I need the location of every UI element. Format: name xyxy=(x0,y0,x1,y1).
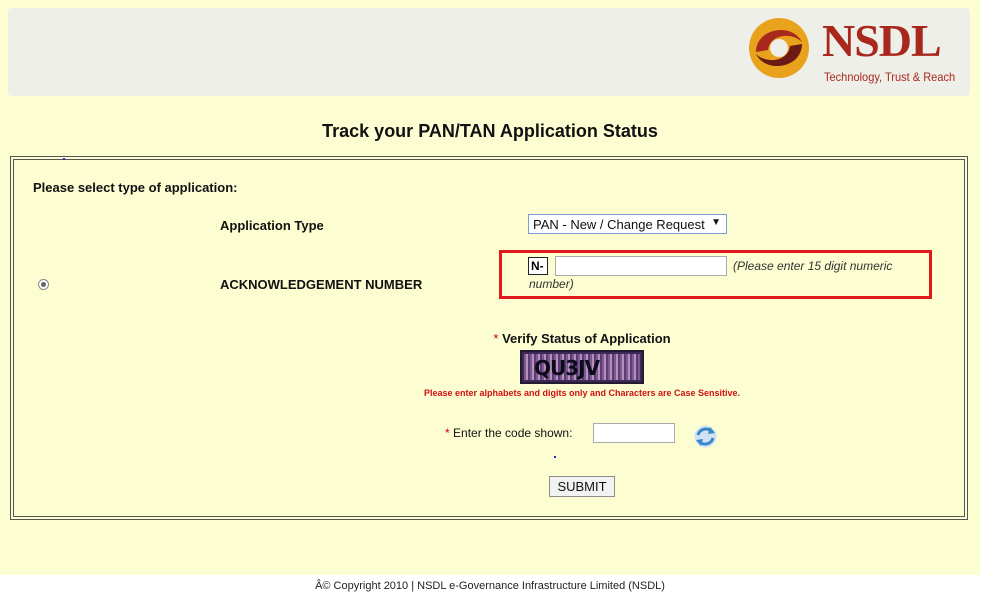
page-title: Track your PAN/TAN Application Status xyxy=(322,121,658,141)
required-star: * xyxy=(493,331,499,346)
application-type-label: Application Type xyxy=(220,218,324,233)
nsdl-swirl-logo-icon xyxy=(749,18,809,78)
captcha-image: QU3JV xyxy=(520,350,644,384)
code-label: * Enter the code shown: xyxy=(445,426,572,440)
chevron-down-icon: ▼ xyxy=(711,217,721,228)
logo-tagline: Technology, Trust & Reach xyxy=(824,70,956,84)
captcha-code-input[interactable] xyxy=(593,423,675,443)
decorative-dot xyxy=(554,456,556,458)
logo-text: NSDL xyxy=(822,15,942,66)
ack-hint-line1: (Please enter 15 digit numeric xyxy=(733,259,893,273)
captcha-text: QU3JV xyxy=(534,356,600,380)
decorative-dot xyxy=(63,158,65,160)
header-banner: NSDL Technology, Trust & Reach xyxy=(8,8,970,96)
footer-copyright: Â© Copyright 2010 | NSDL e-Governance In… xyxy=(315,580,665,592)
ack-hint-line2: number) xyxy=(529,277,574,291)
verify-status-text: Verify Status of Application xyxy=(502,331,671,346)
captcha-warning: Please enter alphabets and digits only a… xyxy=(423,388,741,398)
acknowledgement-radio[interactable] xyxy=(38,279,49,290)
refresh-icon[interactable] xyxy=(693,424,718,449)
select-type-label: Please select type of application: xyxy=(33,180,238,195)
application-type-value: PAN - New / Change Request xyxy=(533,217,705,232)
required-star: * xyxy=(445,426,450,440)
ack-prefix: N- xyxy=(528,257,548,275)
acknowledgement-label: ACKNOWLEDGEMENT NUMBER xyxy=(220,277,423,292)
application-type-select[interactable]: PAN - New / Change Request ▼ xyxy=(528,214,727,234)
acknowledgement-number-input[interactable] xyxy=(555,256,727,276)
verify-status-label: * Verify Status of Application xyxy=(0,331,984,346)
submit-button[interactable]: SUBMIT xyxy=(549,476,615,497)
code-label-text: Enter the code shown: xyxy=(453,426,573,440)
nsdl-logo: NSDL Technology, Trust & Reach xyxy=(746,12,966,92)
